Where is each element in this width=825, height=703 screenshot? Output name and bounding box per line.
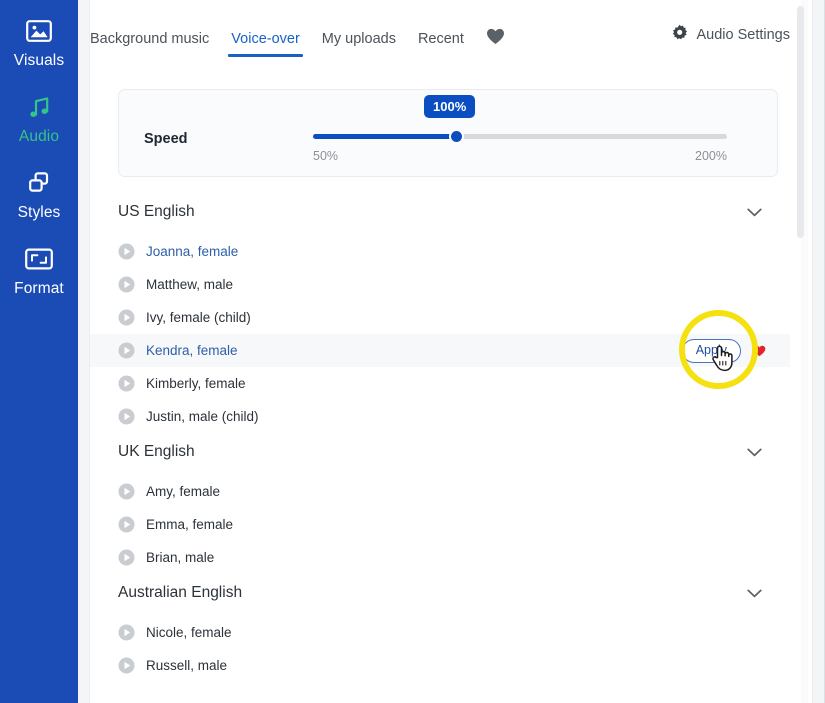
voice-name: Amy, female [146,484,221,499]
voice-group-title: US English [118,203,195,220]
play-icon[interactable] [118,309,135,326]
voice-row[interactable]: Emma, female [90,508,790,541]
main-page: Background music Voice-over My uploads R… [78,0,825,703]
voice-group-title: Australian English [118,584,243,601]
chevron-down-icon[interactable] [746,204,762,220]
play-icon[interactable] [118,276,135,293]
voice-name: Kimberly, female [146,376,246,391]
speed-label: Speed [144,131,188,147]
tab-bar: Background music Voice-over My uploads R… [90,22,790,66]
voice-name: Joanna, female [146,244,239,259]
audio-settings-button[interactable]: Audio Settings [671,24,790,45]
voice-name: Ivy, female (child) [146,310,251,325]
panel-content: Background music Voice-over My uploads R… [90,0,790,703]
sidebar-item-label: Styles [17,204,61,221]
scrollbar-thumb[interactable] [797,6,804,238]
voice-name: Russell, male [146,658,228,673]
voice-name: Justin, male (child) [146,409,259,424]
play-icon[interactable] [118,408,135,425]
slider-max-label: 200% [695,149,727,163]
voice-group-header[interactable]: US English [118,193,762,231]
left-sidebar: Visuals Audio Styles Format [0,0,78,703]
voice-row[interactable]: Brian, male [90,541,790,574]
play-icon[interactable] [118,342,135,359]
app-root: Visuals Audio Styles Format Background m… [0,0,825,703]
sidebar-item-label: Format [14,280,64,297]
audio-panel: Background music Voice-over My uploads R… [90,0,812,703]
chevron-down-icon[interactable] [746,444,762,460]
voice-group-items: Amy, female Emma, female Brian, male [90,471,790,574]
apply-button[interactable]: Apply [681,338,741,363]
play-icon[interactable] [118,549,135,566]
voice-group: US English Joanna, female Matthew, male Ivy… [90,193,790,433]
voice-name: Kendra, female [146,343,238,358]
voice-row[interactable]: Ivy, female (child) [90,301,790,334]
play-icon[interactable] [118,375,135,392]
voice-row[interactable]: Matthew, male [90,268,790,301]
tab-favorites[interactable] [486,28,505,60]
voice-group-items: Nicole, female Russell, male [90,612,790,682]
voice-name: Brian, male [146,550,215,565]
slider-min-label: 50% [313,149,339,163]
voice-group-header[interactable]: UK English [118,433,762,471]
crop-frame-icon [25,244,53,274]
speed-slider[interactable]: 100% 50% 200% [313,95,727,163]
voice-row[interactable]: Justin, male (child) [90,400,790,433]
voice-row[interactable]: Amy, female [90,475,790,508]
music-note-icon [26,92,52,122]
voice-group: Australian English Nicole, female Russell,… [90,574,790,682]
play-icon[interactable] [118,624,135,641]
sidebar-item-visuals[interactable]: Visuals [0,16,78,92]
image-icon [26,16,52,46]
gear-icon [671,24,688,45]
sidebar-item-label: Audio [18,128,60,145]
voice-row-actions: Apply [681,338,766,363]
voice-name: Emma, female [146,517,234,532]
play-icon[interactable] [118,483,135,500]
voice-group-title: UK English [118,443,195,460]
audio-settings-label: Audio Settings [696,26,790,43]
sidebar-item-label: Visuals [13,52,65,69]
sidebar-item-styles[interactable]: Styles [0,168,78,244]
chevron-down-icon[interactable] [746,585,762,601]
voice-row[interactable]: Kendra, female Apply [90,334,790,367]
tab-my-uploads[interactable]: My uploads [322,31,396,57]
voice-row[interactable]: Russell, male [90,649,790,682]
slider-thumb[interactable] [449,129,464,144]
voice-row[interactable]: Nicole, female [90,616,790,649]
voice-name: Matthew, male [146,277,234,292]
voice-group: UK English Amy, female Emma, female Brian, … [90,433,790,574]
play-icon[interactable] [118,243,135,260]
voice-name: Nicole, female [146,625,232,640]
sidebar-item-format[interactable]: Format [0,244,78,320]
voice-row[interactable]: Joanna, female [90,235,790,268]
voice-group-header[interactable]: Australian English [118,574,762,612]
slider-value-badge: 100% [424,95,476,118]
scrollbar-track[interactable] [797,0,808,703]
speed-card: Speed 100% 50% 200% [118,89,778,177]
favorite-heart-icon[interactable] [753,345,766,357]
voice-list: US English Joanna, female Matthew, male Ivy… [90,193,790,682]
voice-row[interactable]: Kimberly, female [90,367,790,400]
voice-group-items: Joanna, female Matthew, male Ivy, female (… [90,231,790,433]
play-icon[interactable] [118,516,135,533]
tab-recent[interactable]: Recent [418,31,464,57]
slider-fill [313,134,458,139]
layers-icon [26,168,52,198]
tab-voice-over[interactable]: Voice-over [228,31,303,57]
tab-background-music[interactable]: Background music [90,31,209,57]
sidebar-item-audio[interactable]: Audio [0,92,78,168]
play-icon[interactable] [118,657,135,674]
heart-icon [486,28,505,50]
